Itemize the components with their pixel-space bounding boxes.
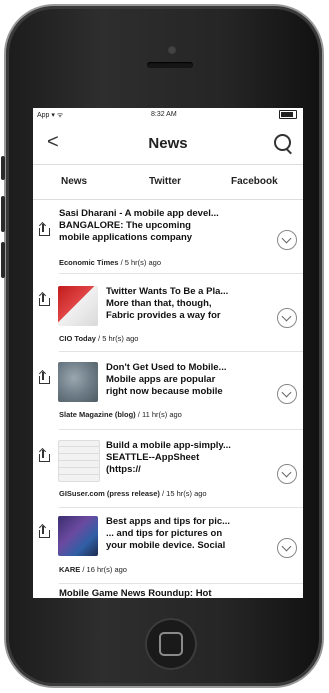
divider bbox=[59, 507, 303, 508]
list-item[interactable]: Twitter Wants To Be a Pla... More than t… bbox=[33, 278, 303, 358]
status-time: 8:32 AM bbox=[151, 111, 177, 118]
article-thumbnail[interactable] bbox=[58, 516, 98, 556]
page-title: News bbox=[148, 135, 188, 152]
article-thumbnail[interactable] bbox=[58, 440, 100, 482]
share-icon[interactable] bbox=[39, 372, 50, 384]
home-square-icon bbox=[159, 632, 183, 656]
search-icon[interactable] bbox=[274, 134, 291, 151]
share-icon[interactable] bbox=[39, 450, 50, 462]
list-item[interactable]: Sasi Dharani - A mobile app devel... BAN… bbox=[33, 200, 303, 280]
status-bar: App ▾ ᯤ 8:32 AM bbox=[33, 108, 303, 122]
source-label: Economic Times / 5 hr(s) ago bbox=[59, 258, 161, 267]
divider bbox=[59, 273, 303, 274]
share-icon[interactable] bbox=[39, 224, 50, 236]
earpiece-speaker bbox=[147, 62, 193, 68]
list-item[interactable]: Best apps and tips for pic... ... and ti… bbox=[33, 512, 303, 592]
volume-up-button[interactable] bbox=[1, 196, 5, 232]
headline-line: Build a mobile app-simply... bbox=[106, 440, 231, 451]
tab-twitter[interactable]: Twitter bbox=[149, 176, 181, 187]
battery-icon bbox=[279, 110, 297, 119]
headline-line: BANGALORE: The upcoming bbox=[59, 220, 191, 231]
headline-line: SEATTLE--AppSheet bbox=[106, 452, 200, 463]
headline-line: ... and tips for pictures on bbox=[106, 528, 223, 539]
carrier-wifi-indicator: App ▾ ᯤ bbox=[37, 112, 64, 119]
expand-chevron-icon[interactable] bbox=[277, 308, 297, 328]
expand-chevron-icon[interactable] bbox=[277, 230, 297, 250]
headline-line: Mobile apps are popular bbox=[106, 374, 216, 385]
divider bbox=[59, 429, 303, 430]
article-thumbnail[interactable] bbox=[58, 362, 98, 402]
share-icon[interactable] bbox=[39, 526, 50, 538]
divider bbox=[59, 351, 303, 352]
expand-chevron-icon[interactable] bbox=[277, 538, 297, 558]
screen: App ▾ ᯤ 8:32 AM < News News Twitter Face… bbox=[33, 108, 303, 598]
headline-line: right now because mobile bbox=[106, 386, 223, 397]
tab-facebook[interactable]: Facebook bbox=[231, 176, 278, 187]
headline-line: Don't Get Used to Mobile... bbox=[106, 362, 227, 373]
list-item[interactable]: Don't Get Used to Mobile... Mobile apps … bbox=[33, 356, 303, 436]
source-label: KARE / 16 hr(s) ago bbox=[59, 565, 127, 574]
tab-news[interactable]: News bbox=[61, 176, 87, 187]
headline-line: Mobile Game News Roundup: Hot bbox=[59, 588, 212, 598]
home-button[interactable] bbox=[145, 618, 197, 670]
headline-line: mobile applications company bbox=[59, 232, 193, 243]
divider bbox=[59, 583, 303, 584]
headline-line: Best apps and tips for pic... bbox=[106, 516, 231, 527]
headline-line: Fabric provides a way for bbox=[106, 310, 221, 321]
share-icon[interactable] bbox=[39, 294, 50, 306]
source-label: GISuser.com (press release) / 15 hr(s) a… bbox=[59, 489, 207, 498]
source-tabs: News Twitter Facebook bbox=[33, 165, 303, 200]
front-camera bbox=[167, 45, 177, 55]
article-thumbnail[interactable] bbox=[58, 286, 98, 326]
headline-line: (https:// bbox=[106, 464, 141, 475]
headline-line: Sasi Dharani - A mobile app devel... bbox=[59, 208, 219, 219]
volume-down-button[interactable] bbox=[1, 242, 5, 278]
mute-switch[interactable] bbox=[1, 156, 5, 180]
expand-chevron-icon[interactable] bbox=[277, 464, 297, 484]
headline-line: Twitter Wants To Be a Pla... bbox=[106, 286, 229, 297]
navigation-bar: < News bbox=[33, 122, 303, 165]
headline-line: More than that, though, bbox=[106, 298, 212, 309]
source-label: CIO Today / 5 hr(s) ago bbox=[59, 334, 139, 343]
source-label: Slate Magazine (blog) / 11 hr(s) ago bbox=[59, 410, 182, 419]
list-item[interactable]: Mobile Game News Roundup: Hot bbox=[33, 586, 303, 598]
list-item[interactable]: Build a mobile app-simply... SEATTLE--Ap… bbox=[33, 434, 303, 514]
expand-chevron-icon[interactable] bbox=[277, 384, 297, 404]
headline-line: your mobile device. Social bbox=[106, 540, 226, 551]
